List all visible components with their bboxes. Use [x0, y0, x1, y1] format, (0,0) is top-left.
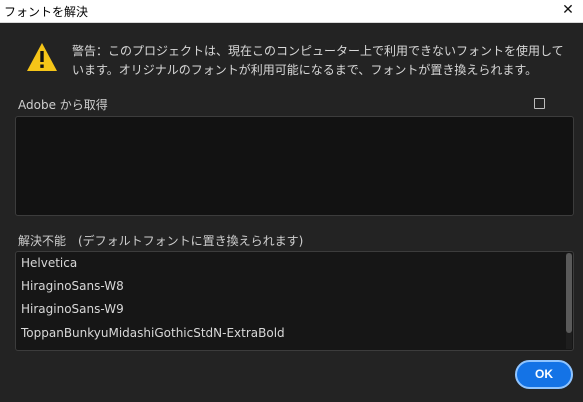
title-bar: フォントを解決 ✕: [0, 0, 583, 23]
list-item[interactable]: Helvetica: [21, 253, 77, 273]
close-icon[interactable]: ✕: [559, 1, 577, 19]
warning-line: います。オリジナルのフォントが利用可能になるまで、フォントが置き換えられます。: [72, 63, 538, 77]
warning-triangle-icon: [27, 43, 57, 71]
unresolved-fonts-list[interactable]: Helvetica HiraginoSans-W8 HiraginoSans-W…: [15, 251, 574, 351]
warning-message: 警告：このプロジェクトは、現在このコンピューター上で利用できないフォントを使用し…: [72, 42, 572, 80]
adobe-section-label: Adobe から取得: [18, 98, 108, 112]
resolve-fonts-dialog: 警告：このプロジェクトは、現在このコンピューター上で利用できないフォントを使用し…: [0, 23, 583, 402]
list-item[interactable]: HiraginoSans-W9: [21, 299, 124, 319]
warning-line: 警告：このプロジェクトは、現在このコンピューター上で利用できないフォントを使用し…: [72, 44, 564, 58]
adobe-checkbox[interactable]: [534, 98, 545, 109]
adobe-fonts-list[interactable]: [15, 116, 574, 216]
list-item[interactable]: HiraginoSans-W8: [21, 276, 124, 296]
window-title: フォントを解決: [4, 5, 89, 19]
unresolved-section-label: 解決不能 (デフォルトフォントに置き換えられます): [18, 234, 304, 248]
scrollbar-thumb[interactable]: [566, 253, 572, 333]
ok-button[interactable]: OK: [515, 360, 573, 389]
list-item[interactable]: ToppanBunkyuMidashiGothicStdN-ExtraBold: [21, 323, 285, 343]
